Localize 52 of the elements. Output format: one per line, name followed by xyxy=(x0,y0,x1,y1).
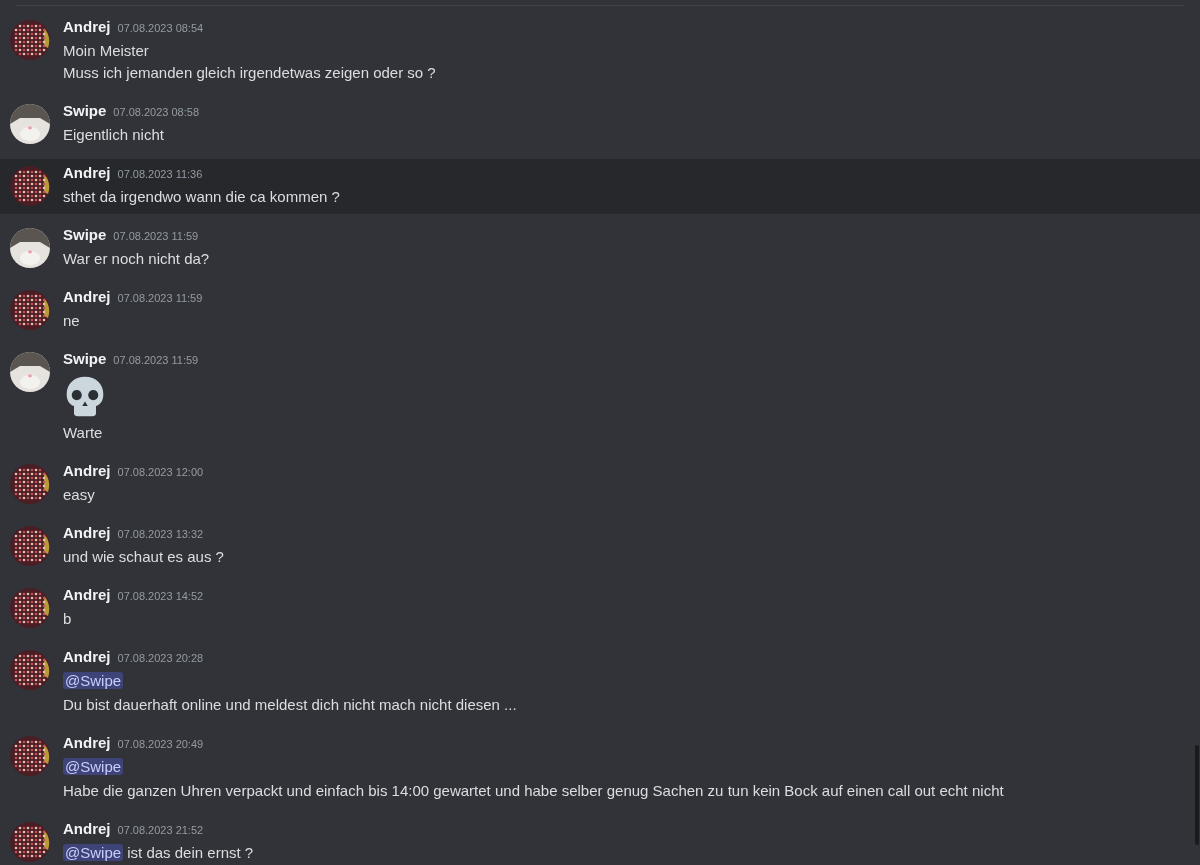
timestamp: 07.08.2023 11:36 xyxy=(117,168,203,180)
user-mention[interactable]: @Swipe xyxy=(63,844,124,861)
username[interactable]: Andrej xyxy=(63,288,111,305)
username[interactable]: Andrej xyxy=(63,462,111,479)
message-text: sthet da irgendwo wann die ca kommen ? xyxy=(63,188,340,205)
username[interactable]: Swipe xyxy=(63,350,107,367)
timestamp: 07.08.2023 14:52 xyxy=(117,590,204,602)
message-text: b xyxy=(63,610,72,627)
message-text: Moin Meister xyxy=(63,42,149,59)
timestamp: 07.08.2023 20:28 xyxy=(117,652,204,664)
avatar[interactable] xyxy=(10,650,50,690)
avatar[interactable] xyxy=(10,352,50,392)
username[interactable]: Andrej xyxy=(63,648,111,665)
username[interactable]: Andrej xyxy=(63,586,111,603)
timestamp: 07.08.2023 11:59 xyxy=(113,230,199,242)
timestamp: 07.08.2023 08:54 xyxy=(117,22,204,34)
username[interactable]: Andrej xyxy=(63,734,111,751)
message-text: ist das dein ernst ? xyxy=(126,844,254,861)
timestamp: 07.08.2023 12:00 xyxy=(117,466,204,478)
message-text: Warte xyxy=(63,424,103,441)
avatar[interactable] xyxy=(10,166,50,206)
timestamp: 07.08.2023 20:49 xyxy=(117,738,204,750)
avatar[interactable] xyxy=(10,228,50,268)
username[interactable]: Andrej xyxy=(63,820,111,837)
username[interactable]: Andrej xyxy=(63,18,111,35)
message-text: Eigentlich nicht xyxy=(63,126,164,143)
username[interactable]: Andrej xyxy=(63,164,111,181)
message-text: Muss ich jemanden gleich irgendetwas zeigen oder so ? xyxy=(63,64,436,81)
avatar[interactable] xyxy=(10,20,50,60)
timestamp: 07.08.2023 08:58 xyxy=(113,106,199,118)
timestamp: 07.08.2023 11:59 xyxy=(113,354,199,366)
message-text: Habe die ganzen Uhren verpackt und einfach bis 14:00 gewartet und habe selber genug Sachen zu tun kein Bock auf einen call out echt nicht xyxy=(63,782,1004,799)
message-text: ne xyxy=(63,312,80,329)
message-text: easy xyxy=(63,486,95,503)
message-text: Du bist dauerhaft online und meldest dich nicht mach nicht diesen ... xyxy=(63,696,517,713)
timestamp: 07.08.2023 13:32 xyxy=(117,528,204,540)
avatar[interactable] xyxy=(10,526,50,566)
username[interactable]: Andrej xyxy=(63,524,111,541)
timestamp: 07.08.2023 21:52 xyxy=(117,824,204,836)
avatar[interactable] xyxy=(10,736,50,776)
avatar[interactable] xyxy=(10,290,50,330)
avatar[interactable] xyxy=(10,464,50,504)
avatar[interactable] xyxy=(10,822,50,862)
username[interactable]: Swipe xyxy=(63,226,107,243)
avatar[interactable] xyxy=(10,588,50,628)
username[interactable]: Swipe xyxy=(63,102,107,119)
avatar[interactable] xyxy=(10,104,50,144)
message-text: War er noch nicht da? xyxy=(63,250,210,267)
user-mention[interactable]: @Swipe xyxy=(63,672,124,689)
user-mention[interactable]: @Swipe xyxy=(63,758,124,775)
timestamp: 07.08.2023 11:59 xyxy=(117,292,203,304)
message-text: und wie schaut es aus ? xyxy=(63,548,224,565)
